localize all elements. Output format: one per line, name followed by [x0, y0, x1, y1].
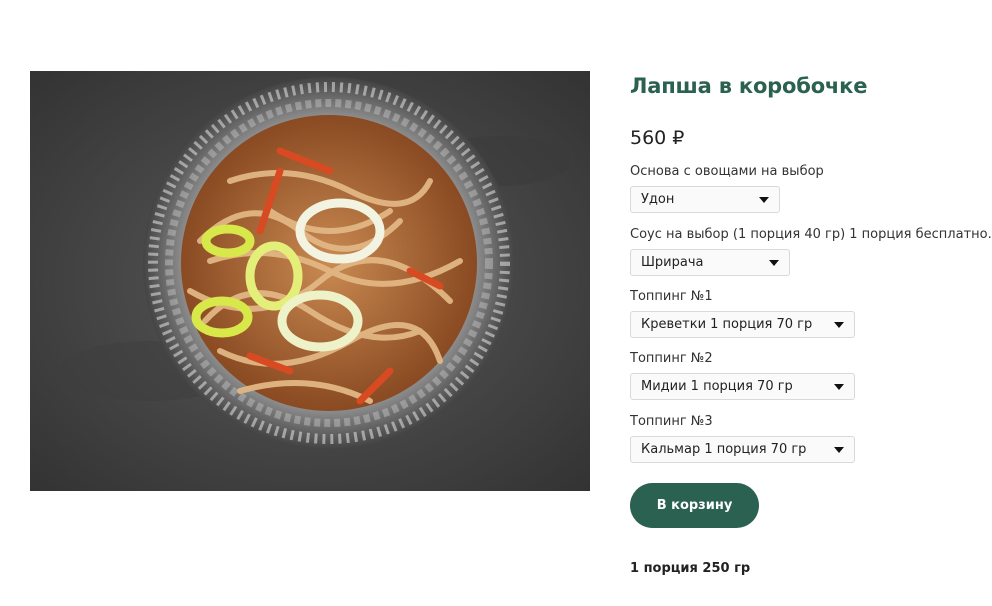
chevron-down-icon: [834, 384, 844, 390]
product-price: 560 ₽: [630, 127, 685, 149]
noodle-bowl-photo: [30, 71, 590, 491]
sauce-select-value: Шрирача: [641, 255, 704, 270]
sauce-select[interactable]: Шрирача: [630, 249, 790, 276]
topping-2-select[interactable]: Мидии 1 порция 70 гр: [630, 373, 855, 400]
portion-size: 1 порция 250 гр: [630, 561, 751, 576]
chevron-down-icon: [834, 447, 844, 453]
topping-1-select-value: Креветки 1 порция 70 гр: [641, 317, 813, 332]
topping-2-select-value: Мидии 1 порция 70 гр: [641, 379, 793, 394]
topping-1-select[interactable]: Креветки 1 порция 70 гр: [630, 311, 855, 338]
topping-3-select-value: Кальмар 1 порция 70 гр: [641, 442, 807, 457]
chevron-down-icon: [759, 197, 769, 203]
product-photo: [30, 71, 590, 491]
option-label-topping-3: Топпинг №3: [630, 414, 713, 429]
option-label-topping-2: Топпинг №2: [630, 351, 713, 366]
chevron-down-icon: [834, 322, 844, 328]
topping-3-select[interactable]: Кальмар 1 порция 70 гр: [630, 436, 855, 463]
base-select[interactable]: Удон: [630, 186, 780, 213]
add-to-cart-button[interactable]: В корзину: [630, 483, 759, 528]
chevron-down-icon: [769, 260, 779, 266]
option-label-base: Основа с овощами на выбор: [630, 164, 824, 179]
option-label-topping-1: Топпинг №1: [630, 289, 713, 304]
base-select-value: Удон: [641, 192, 675, 207]
product-title: Лапша в коробочке: [630, 74, 868, 98]
option-label-sauce: Соус на выбор (1 порция 40 гр) 1 порция …: [630, 227, 992, 242]
